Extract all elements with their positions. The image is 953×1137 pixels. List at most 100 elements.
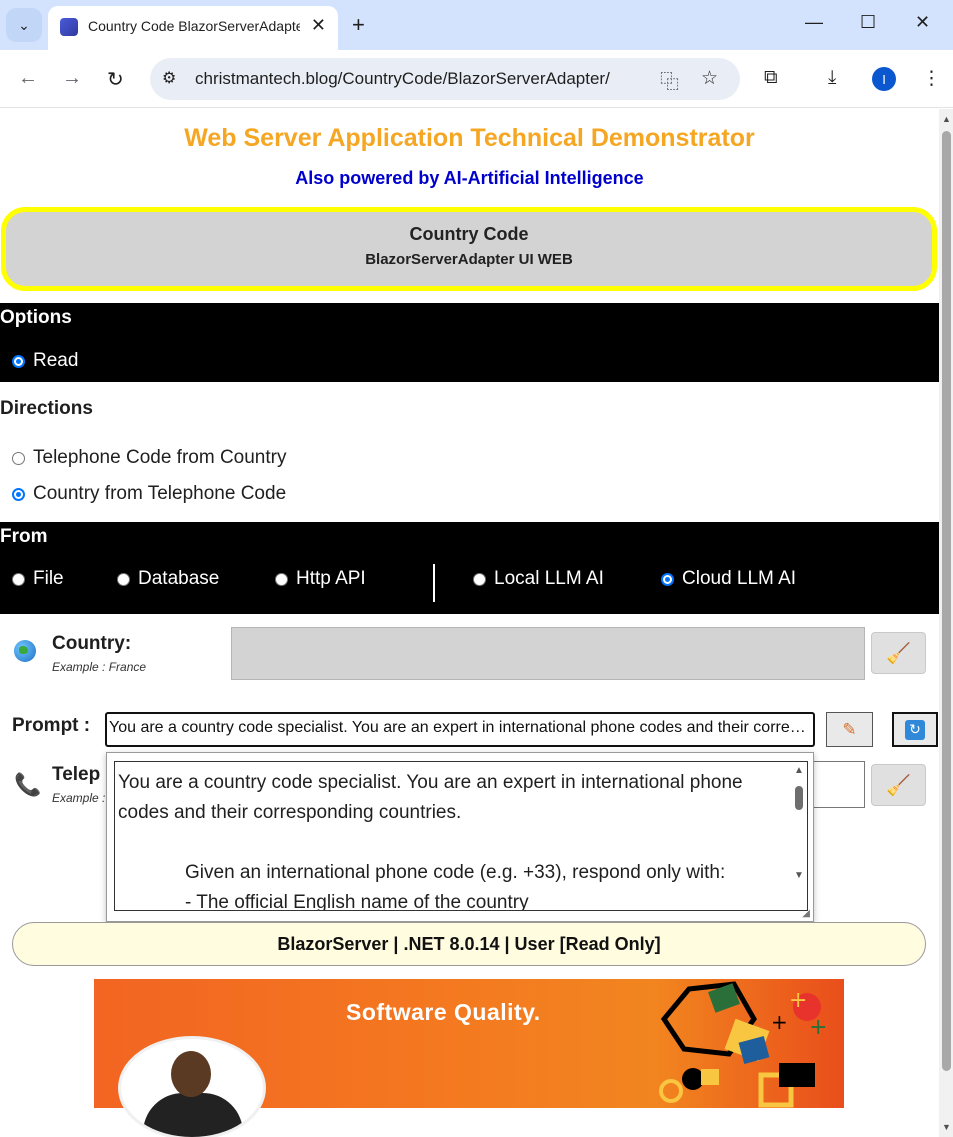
address-bar[interactable]: ⚙ christmantech.blog/CountryCode/BlazorS… (150, 58, 740, 100)
author-avatar (118, 1036, 266, 1137)
telephone-label: Telep (52, 764, 101, 785)
from-database[interactable]: Database (117, 568, 219, 590)
country-input[interactable] (231, 627, 865, 680)
banner-title: Country Code (409, 224, 529, 244)
svg-text:+: + (771, 1010, 788, 1034)
tab-search-button[interactable]: ⌄ (6, 8, 42, 42)
download-icon[interactable]: ⤓ (828, 67, 836, 89)
options-heading: Options (0, 307, 72, 328)
url-text[interactable]: christmantech.blog/CountryCode/BlazorSer… (195, 69, 610, 89)
telephone-input[interactable] (805, 761, 865, 808)
chevron-down-icon: ⌄ (18, 16, 30, 33)
telephone-example: Example : (52, 791, 106, 805)
reload-icon[interactable]: ↻ (107, 67, 124, 92)
clear-telephone-button[interactable]: 🧹 (871, 764, 926, 806)
app-banner: Country Code BlazorServerAdapter UI WEB (1, 207, 937, 291)
radio-country-from-telephone[interactable] (12, 487, 25, 501)
radio-http-api[interactable] (275, 572, 288, 586)
from-http-api[interactable]: Http API (275, 568, 366, 590)
prompt-scroll-thumb[interactable] (795, 786, 803, 810)
ad-banner-text: Software Quality. (346, 999, 541, 1025)
browser-toolbar: ← → ↻ ⚙ christmantech.blog/CountryCode/B… (0, 50, 953, 108)
close-tab-icon[interactable]: ✕ (311, 15, 326, 36)
direction-telephone-from-country-label: Telephone Code from Country (33, 447, 287, 468)
page-title: Web Server Application Technical Demonst… (184, 124, 755, 152)
active-tab[interactable]: Country Code BlazorServerAdapter ✕ (48, 6, 338, 50)
svg-text:+: + (809, 1015, 827, 1040)
page-content: Web Server Application Technical Demonst… (0, 109, 939, 1137)
from-heading: From (0, 526, 48, 547)
radio-database[interactable] (117, 572, 130, 586)
tab-title: Country Code BlazorServerAdapter (88, 18, 300, 34)
svg-text:+: + (789, 988, 807, 1013)
radio-read[interactable] (12, 354, 25, 368)
site-favicon-icon (60, 18, 78, 36)
browser-tab-bar: ⌄ Country Code BlazorServerAdapter ✕ + —… (0, 0, 953, 50)
prompt-textarea-text: You are a country code specialist. You a… (118, 768, 786, 911)
prompt-blank-line (118, 828, 786, 858)
minimize-icon[interactable]: — (805, 12, 823, 33)
from-cloud-llm-label: Cloud LLM AI (682, 568, 797, 589)
radio-telephone-from-country[interactable] (12, 451, 25, 465)
from-local-llm[interactable]: Local LLM AI (473, 568, 604, 590)
option-read[interactable]: Read (12, 350, 78, 372)
scroll-up-icon[interactable]: ▲ (942, 114, 951, 124)
prompt-textarea[interactable]: You are a country code specialist. You a… (114, 761, 808, 911)
prompt-input[interactable]: You are a country code specialist. You a… (105, 712, 815, 747)
refresh-icon: ↻ (905, 719, 925, 740)
translate-icon[interactable]: ⿻ (660, 67, 679, 94)
from-local-llm-label: Local LLM AI (494, 568, 604, 589)
geometric-shapes-icon: + + + (659, 981, 827, 1108)
banner-subtitle: BlazorServerAdapter UI WEB (365, 251, 573, 268)
site-info-icon[interactable]: ⚙ (162, 68, 176, 88)
radio-file[interactable] (12, 572, 25, 586)
broom-icon: 🧹 (886, 642, 911, 665)
avatar-face (171, 1051, 211, 1097)
maximize-icon[interactable]: ☐ (860, 12, 876, 33)
from-cloud-llm[interactable]: Cloud LLM AI (661, 568, 796, 590)
from-divider (433, 564, 435, 602)
forward-icon[interactable]: → (62, 67, 82, 90)
prompt-line-2: Given an international phone code (e.g. … (185, 862, 726, 883)
scroll-up-icon[interactable]: ▲ (794, 765, 804, 776)
from-http-api-label: Http API (296, 568, 366, 589)
from-file-label: File (33, 568, 64, 589)
scroll-down-icon[interactable]: ▼ (942, 1122, 951, 1132)
globe-icon (14, 640, 36, 662)
back-icon[interactable]: ← (18, 67, 38, 90)
status-footer: BlazorServer | .NET 8.0.14 | User [Read … (12, 922, 926, 966)
radio-cloud-llm[interactable] (661, 572, 674, 586)
close-window-icon[interactable]: ✕ (915, 12, 930, 33)
scroll-down-icon[interactable]: ▼ (794, 870, 804, 881)
radio-local-llm[interactable] (473, 572, 486, 586)
profile-avatar[interactable]: I (872, 67, 896, 91)
page-scrollbar[interactable]: ▲ ▼ (939, 109, 953, 1137)
directions-heading: Directions (0, 398, 93, 419)
page-subtitle: Also powered by AI-Artificial Intelligen… (295, 168, 644, 188)
new-tab-button[interactable]: + (352, 12, 365, 38)
from-database-label: Database (138, 568, 220, 589)
avatar-body (143, 1093, 243, 1137)
prompt-line-1: You are a country code specialist. You a… (118, 772, 743, 823)
prompt-textarea-scrollbar[interactable]: ▲ ▼ (790, 762, 807, 910)
menu-dots-icon[interactable]: ⋮ (922, 67, 941, 90)
option-read-label: Read (33, 350, 79, 371)
clear-country-button[interactable]: 🧹 (871, 632, 926, 674)
direction-telephone-from-country[interactable]: Telephone Code from Country (12, 447, 286, 469)
country-label: Country: (52, 633, 132, 654)
resize-handle-icon[interactable]: ◢ (802, 908, 810, 919)
reset-prompt-button[interactable]: ↻ (892, 712, 938, 747)
prompt-line-3: - The official English name of the count… (185, 892, 529, 911)
extensions-icon[interactable]: ⧉ (764, 67, 778, 89)
edit-document-icon: ✎ (842, 719, 857, 739)
direction-country-from-telephone[interactable]: Country from Telephone Code (12, 483, 286, 505)
country-example: Example : France (52, 660, 147, 674)
bookmark-star-icon[interactable]: ☆ (701, 67, 718, 90)
prompt-editor-popup: You are a country code specialist. You a… (106, 752, 814, 922)
from-file[interactable]: File (12, 568, 64, 590)
broom-icon: 🧹 (886, 774, 911, 797)
direction-country-from-telephone-label: Country from Telephone Code (33, 483, 287, 504)
scrollbar-thumb[interactable] (942, 131, 951, 1071)
prompt-label: Prompt : (12, 715, 91, 736)
edit-prompt-button[interactable]: ✎ (826, 712, 873, 747)
